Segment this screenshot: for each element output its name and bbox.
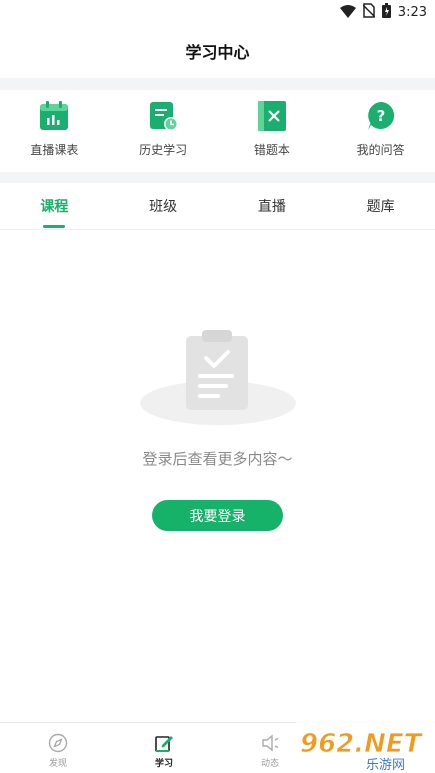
wrong-book-icon xyxy=(256,100,288,132)
quick-action-label: 历史学习 xyxy=(139,143,188,157)
status-time: 3:23 xyxy=(397,4,427,20)
tab-classes[interactable]: 班级 xyxy=(109,183,218,229)
quick-action-label: 我的问答 xyxy=(356,143,405,157)
clipboard-check-icon xyxy=(138,328,298,426)
tab-label: 班级 xyxy=(149,199,178,215)
status-icons: 3:23 xyxy=(339,2,427,22)
wifi-icon xyxy=(339,3,356,22)
nav-label: 发现 xyxy=(48,759,67,769)
svg-text:?: ? xyxy=(376,107,385,125)
status-bar: 3:23 xyxy=(0,0,435,24)
nav-label: 学习 xyxy=(154,759,173,769)
tab-live[interactable]: 直播 xyxy=(218,183,327,229)
section-divider xyxy=(0,172,435,183)
page-title: 学习中心 xyxy=(185,43,250,62)
quick-action-label: 直播课表 xyxy=(30,143,79,157)
edit-note-icon xyxy=(154,733,174,753)
nav-discover[interactable]: 发现 xyxy=(5,723,111,773)
nav-study[interactable]: 学习 xyxy=(111,723,217,773)
question-bubble-icon: ? xyxy=(365,100,397,132)
quick-action-history[interactable]: 历史学习 xyxy=(109,90,218,172)
tab-courses[interactable]: 课程 xyxy=(0,183,109,229)
no-sim-icon xyxy=(362,2,376,22)
nav-label: 动态 xyxy=(260,759,279,769)
watermark-brand: 962.NET xyxy=(300,729,424,759)
section-divider xyxy=(0,78,435,90)
brand-watermark: 962.NET 乐游网 xyxy=(296,722,435,773)
quick-action-wrong-book[interactable]: 错题本 xyxy=(218,90,327,172)
login-button[interactable]: 我要登录 xyxy=(152,500,283,531)
page-header: 学习中心 xyxy=(0,24,435,78)
speaker-icon xyxy=(260,733,280,753)
tab-label: 课程 xyxy=(40,199,69,215)
empty-state-message: 登录后查看更多内容～ xyxy=(142,450,293,468)
tab-question-bank[interactable]: 题库 xyxy=(326,183,435,229)
battery-icon xyxy=(381,2,391,22)
history-doc-icon xyxy=(147,100,179,132)
tab-label: 直播 xyxy=(257,199,286,215)
tab-bar: 课程 班级 直播 题库 xyxy=(0,183,435,230)
calendar-chart-icon xyxy=(38,100,70,132)
quick-action-label: 错题本 xyxy=(253,143,290,157)
watermark-subtitle: 乐游网 xyxy=(366,758,405,773)
compass-icon xyxy=(48,733,68,753)
quick-action-my-qa[interactable]: ? 我的问答 xyxy=(326,90,435,172)
tab-label: 题库 xyxy=(366,199,395,215)
quick-actions: 直播课表 历史学习 错题本 ? 我的问答 xyxy=(0,90,435,172)
tab-active-indicator xyxy=(43,225,66,228)
quick-action-live-schedule[interactable]: 直播课表 xyxy=(0,90,109,172)
